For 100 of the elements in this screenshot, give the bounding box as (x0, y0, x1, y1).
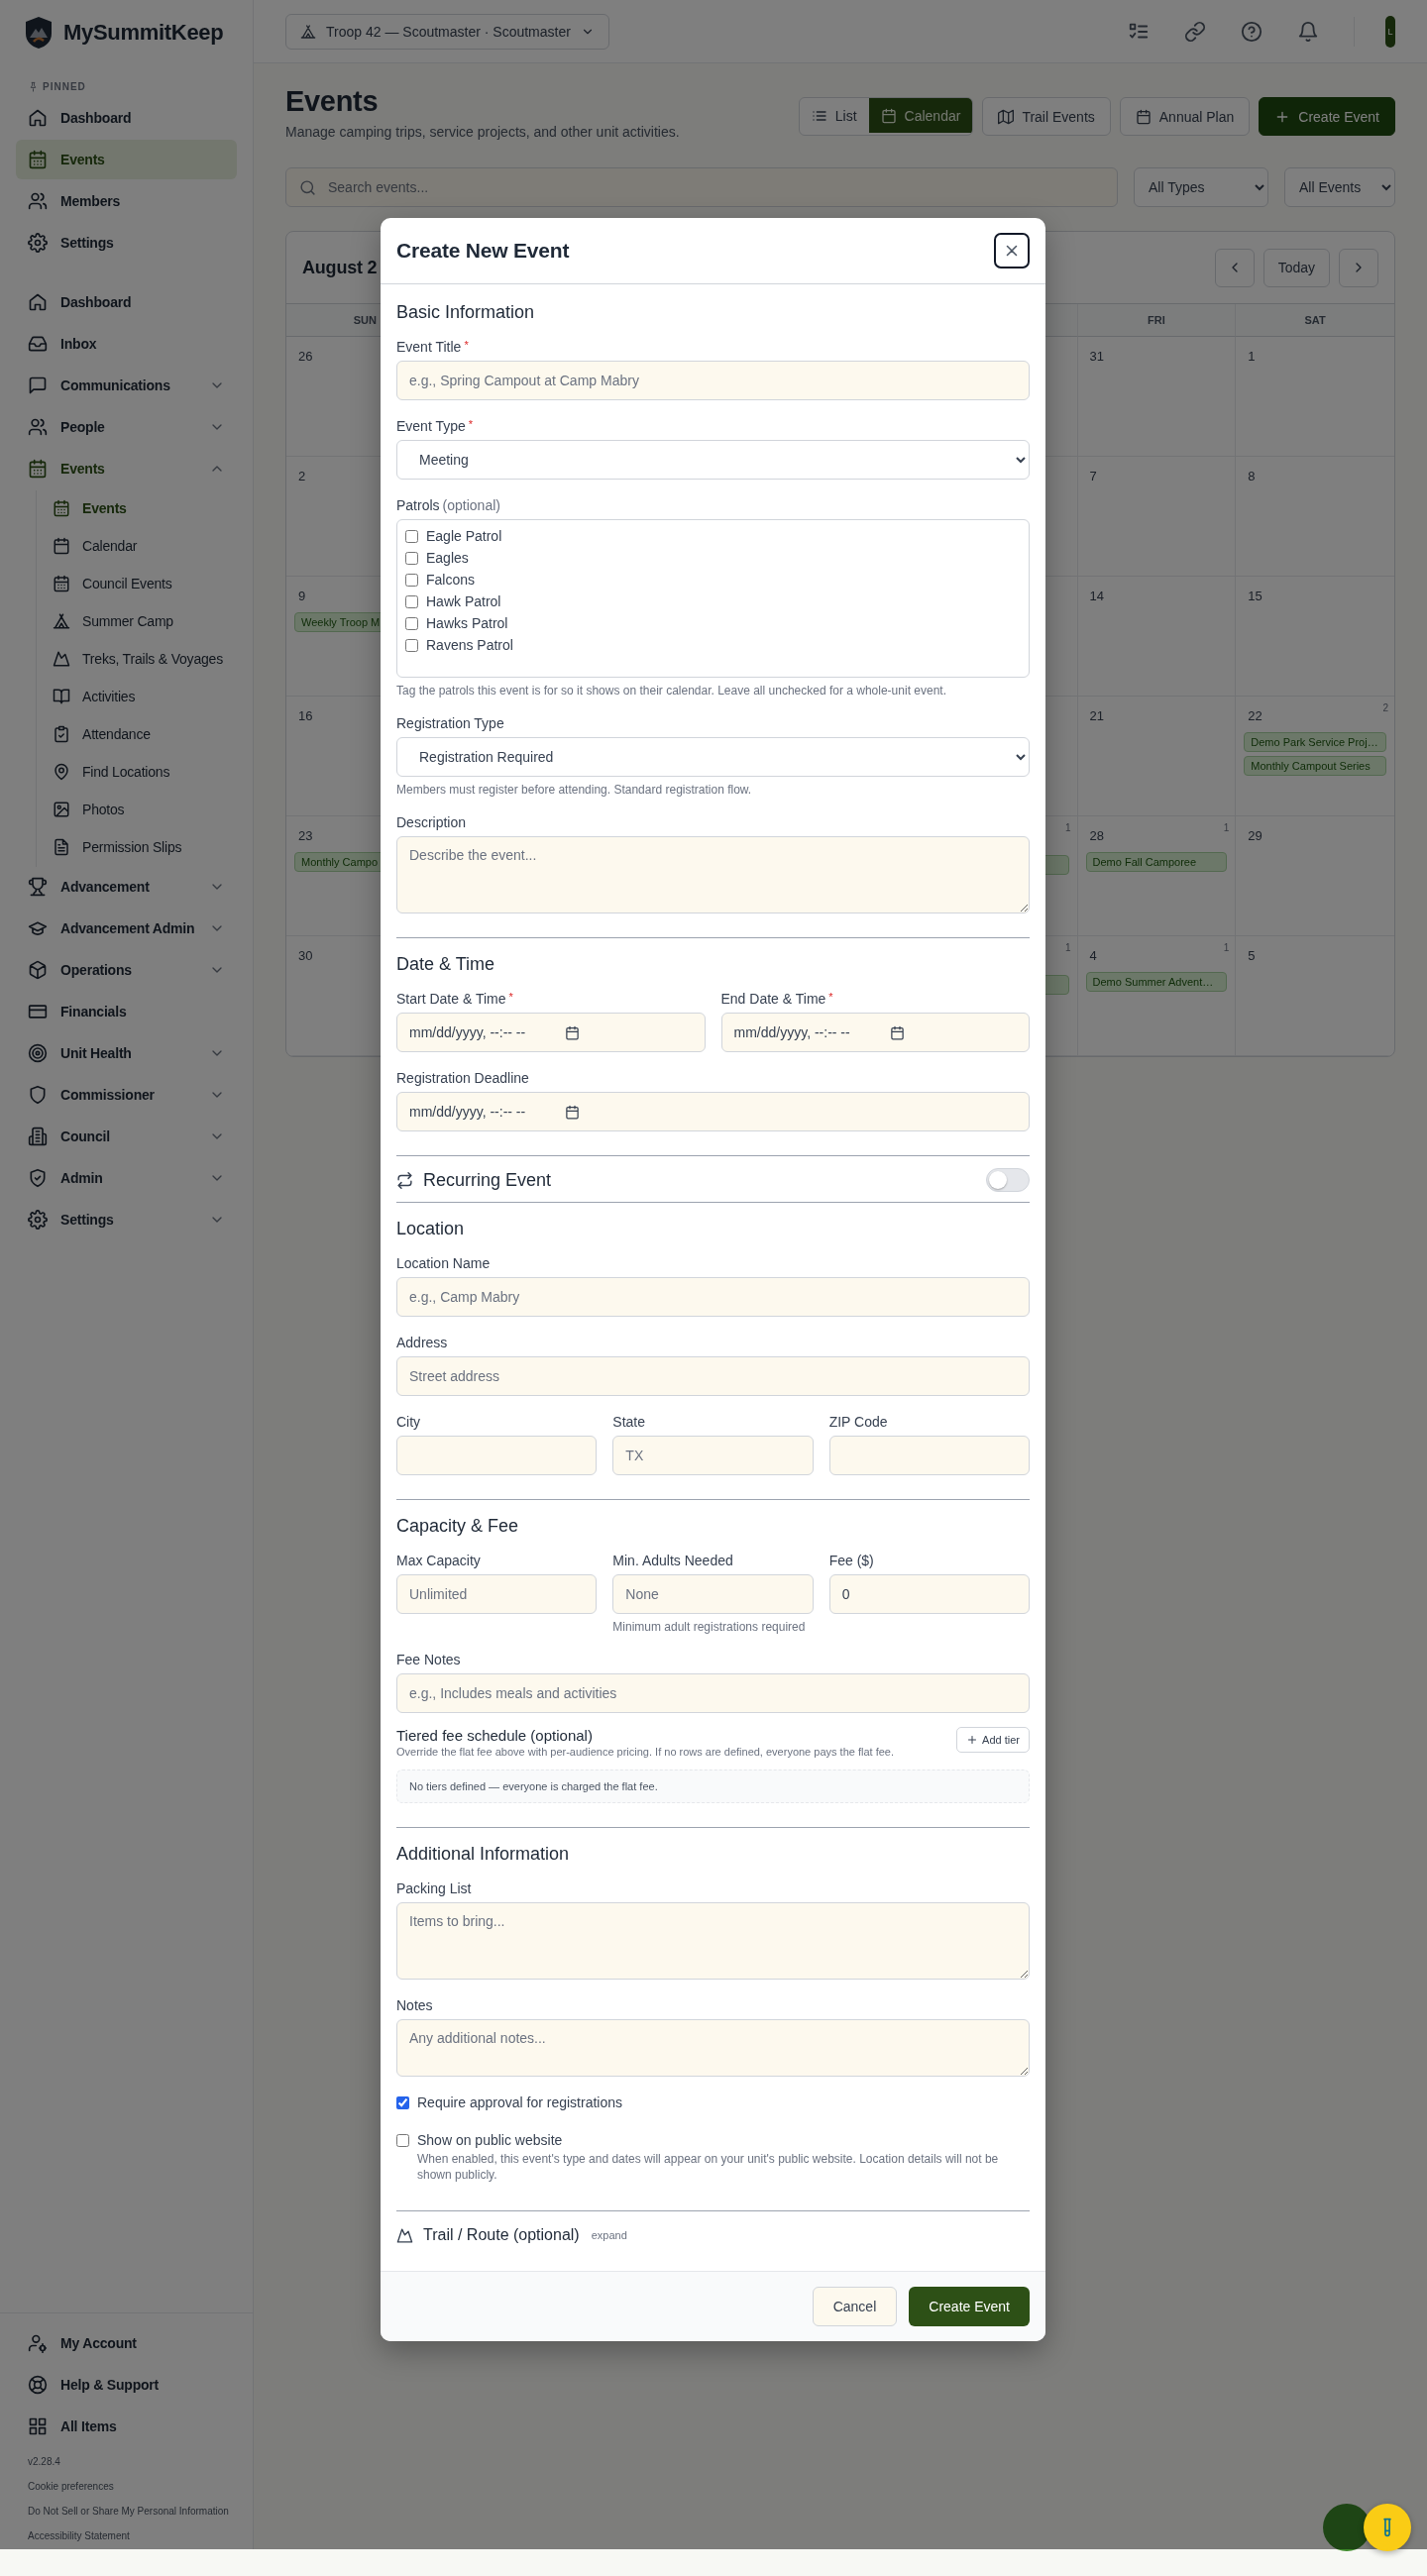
nav-item[interactable]: Inbox (16, 324, 237, 364)
target-icon (28, 1043, 48, 1063)
nav-item[interactable]: Events (45, 490, 237, 526)
nav-item[interactable]: Commissioner (16, 1075, 237, 1115)
page-title: Events (285, 85, 380, 118)
text-area[interactable]: Describe the event... (396, 836, 1030, 913)
add-tier-button[interactable]: Add tier (956, 1727, 1030, 1753)
calendar-icon (565, 1104, 581, 1120)
nav-item[interactable]: Communications (16, 366, 237, 405)
view-tab[interactable]: Calendar (868, 98, 973, 133)
text-input[interactable]: Unlimited (396, 1574, 598, 1614)
text-area[interactable]: Items to bring... (396, 1902, 1030, 1980)
footer-link[interactable]: Do Not Sell or Share My Personal Information (28, 2506, 237, 2517)
nav-item[interactable]: Dashboard (16, 282, 237, 322)
event-chip[interactable]: Demo Summer Advent… (1085, 972, 1228, 992)
date-time-input[interactable]: mm/dd/yyyy, --:-- -- (396, 1013, 706, 1052)
nav-item[interactable]: Members (16, 181, 237, 221)
checkbox[interactable] (405, 616, 418, 630)
toggle-switch[interactable] (986, 1168, 1030, 1192)
nav-item[interactable]: Settings (16, 1200, 237, 1239)
nav-item[interactable]: Dashboard (16, 98, 237, 138)
user-avatar[interactable]: L (1385, 15, 1395, 48)
nav-item[interactable]: Settings (16, 223, 237, 263)
search-field[interactable]: Search events... (285, 167, 1118, 207)
unit-selector[interactable]: Troop 42 — Scoutmaster · Scoutmaster (285, 13, 609, 50)
dialog-title: Create New Event (396, 239, 570, 263)
checkbox[interactable] (405, 573, 418, 587)
nav-item[interactable]: Operations (16, 950, 237, 990)
checkbox[interactable] (405, 638, 418, 652)
calendar-icon (28, 459, 48, 479)
nav-item[interactable]: Permission Slips (45, 829, 237, 865)
nav-item[interactable]: Council (16, 1117, 237, 1156)
create-event-button[interactable]: Create Event (909, 2287, 1030, 2327)
nav-item[interactable]: People (16, 407, 237, 447)
nav-item[interactable]: All Items (16, 2407, 237, 2446)
checkbox[interactable] (405, 594, 418, 608)
footer-link[interactable]: Cookie preferences (28, 2481, 237, 2492)
text-input[interactable]: e.g., Includes meals and activities (396, 1673, 1030, 1713)
today-button[interactable]: Today (1262, 248, 1330, 287)
nav-item[interactable]: My Account (16, 2323, 237, 2363)
checkbox[interactable] (396, 2096, 409, 2109)
calendar-icon (889, 1024, 905, 1040)
nav-item[interactable]: Treks, Trails & Voyages (45, 641, 237, 677)
nav-item[interactable]: Help & Support (16, 2365, 237, 2405)
toolbar-button[interactable]: Trail Events (982, 97, 1111, 136)
nav-item[interactable]: Photos (45, 792, 237, 827)
toolbar-button[interactable] (1241, 20, 1262, 43)
toolbar-button[interactable] (1297, 20, 1319, 43)
text-area[interactable]: Any additional notes... (396, 2019, 1030, 2077)
nav-item[interactable]: Advancement (16, 867, 237, 907)
nav-item[interactable]: Council Events (45, 566, 237, 601)
view-tab[interactable]: List (799, 98, 869, 133)
dropdown-select[interactable]: Meeting (396, 440, 1030, 480)
version-label: v2.28.4 (28, 2456, 61, 2467)
field-hint: Override the flat fee above with per-audience pricing. If no rows are defined, everyone pays the flat fee. (396, 1746, 894, 1758)
checkbox[interactable] (396, 2134, 409, 2147)
mountain-icon (53, 650, 70, 668)
text-input[interactable]: e.g., Camp Mabry (396, 1277, 1030, 1317)
filter-dropdown[interactable]: All Types (1134, 167, 1268, 207)
nav-item[interactable]: Activities (45, 679, 237, 714)
checkbox[interactable] (405, 529, 418, 543)
create-event-button[interactable]: Create Event (1259, 97, 1395, 136)
date-time-input[interactable]: mm/dd/yyyy, --:-- -- (720, 1013, 1030, 1052)
text-input[interactable]: None (612, 1574, 814, 1614)
text-input[interactable] (828, 1436, 1030, 1475)
section-title: Basic Information (396, 302, 536, 323)
nav-item[interactable]: Events (16, 449, 237, 488)
event-chip[interactable]: Demo Fall Camporee (1085, 852, 1228, 872)
nav-item[interactable]: Attendance (45, 716, 237, 752)
field-label: Fee Notes (396, 1652, 461, 1667)
nav-item[interactable]: Find Locations (45, 754, 237, 790)
dropdown-select[interactable]: Registration Required (396, 737, 1030, 777)
text-input[interactable]: TX (612, 1436, 814, 1475)
nav-item[interactable]: Unit Health (16, 1033, 237, 1073)
day-number: 7 (1089, 469, 1097, 483)
filter-dropdown[interactable]: All Events (1284, 167, 1395, 207)
nav-item[interactable]: Financials (16, 992, 237, 1031)
text-input[interactable] (396, 1436, 598, 1475)
nav-item[interactable]: Advancement Admin (16, 909, 237, 948)
month-title: August 2 (302, 257, 378, 278)
checkbox[interactable] (405, 551, 418, 565)
date-time-input[interactable]: mm/dd/yyyy, --:-- -- (396, 1092, 1030, 1131)
toolbar-button[interactable] (1184, 20, 1206, 43)
footer-link[interactable]: Accessibility Statement (28, 2530, 237, 2541)
field-label: Start Date & Time (396, 991, 506, 1007)
nav-item[interactable]: Admin (16, 1158, 237, 1198)
toolbar-button[interactable]: Annual Plan (1119, 97, 1251, 136)
event-chip[interactable]: Demo Park Service Proj… (1244, 732, 1386, 752)
nav-item[interactable]: Calendar (45, 528, 237, 564)
close-button[interactable] (994, 233, 1030, 268)
nav-item[interactable]: Events (16, 140, 237, 179)
expand-link[interactable]: expand (591, 2229, 627, 2242)
cancel-button[interactable]: Cancel (812, 2287, 898, 2327)
nav-item[interactable]: Summer Camp (45, 603, 237, 639)
text-input[interactable]: 0 (828, 1574, 1030, 1614)
tent-icon (300, 23, 316, 40)
day-number: 21 (1089, 708, 1105, 723)
text-input[interactable]: e.g., Spring Campout at Camp Mabry (396, 361, 1030, 400)
event-chip[interactable]: Monthly Campout Series (1244, 756, 1386, 776)
text-input[interactable]: Street address (396, 1356, 1030, 1396)
